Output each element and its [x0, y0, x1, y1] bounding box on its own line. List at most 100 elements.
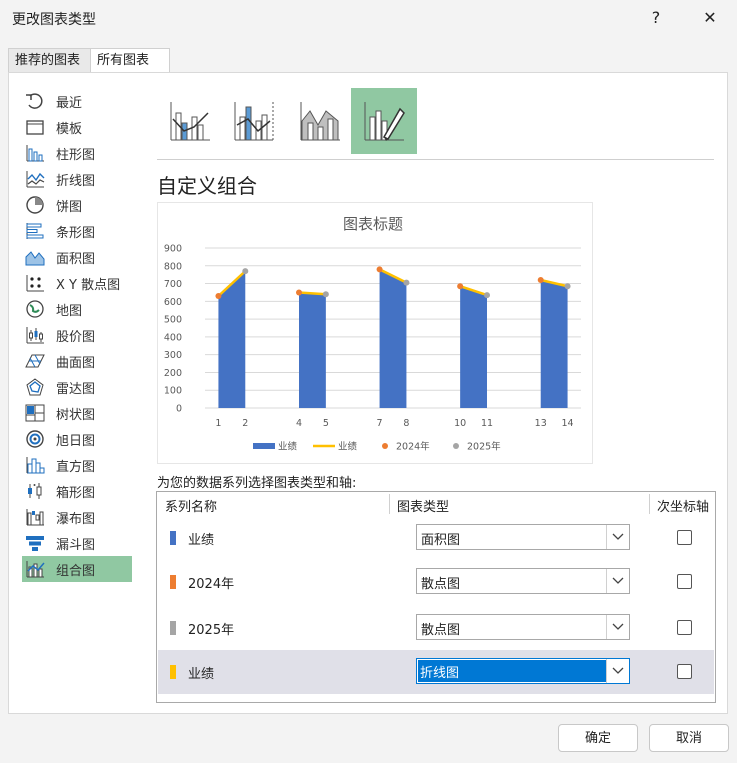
sidebar-item-histogram-chart[interactable]: 直方图	[22, 452, 132, 478]
histogram-chart-icon	[24, 455, 46, 475]
sidebar-item-box-chart[interactable]: 箱形图	[22, 478, 132, 504]
scatter-point	[376, 266, 383, 273]
sidebar-item-funnel-chart[interactable]: 漏斗图	[22, 530, 132, 556]
chevron-down-icon[interactable]	[606, 525, 629, 549]
close-button[interactable]: ✕	[690, 4, 730, 32]
sidebar-item-waterfall-chart[interactable]: 瀑布图	[22, 504, 132, 530]
tab-recommended-charts[interactable]: 推荐的图表	[8, 48, 98, 73]
line-segment	[298, 291, 326, 296]
treemap-chart-icon	[24, 403, 46, 423]
scatter-point	[537, 277, 544, 283]
x-tick-label: 5	[323, 418, 329, 429]
tab-all-charts[interactable]: 所有图表	[90, 48, 170, 73]
sidebar-item-radar-chart[interactable]: 雷达图	[22, 374, 132, 400]
sidebar-item-recent[interactable]: 最近	[22, 88, 132, 114]
y-tick-label: 0	[176, 404, 182, 415]
chevron-down-icon[interactable]	[606, 569, 629, 593]
scatter-point	[564, 283, 571, 290]
area-segment	[460, 286, 487, 408]
chart-type-select[interactable]: 散点图	[416, 614, 630, 640]
sidebar-item-area-chart[interactable]: 面积图	[22, 244, 132, 270]
sidebar-item-label: 条形图	[56, 225, 96, 241]
series-row: 业绩 面积图	[158, 516, 714, 560]
scatter-point	[215, 293, 222, 299]
secondary-axis-checkbox[interactable]	[677, 664, 692, 679]
legend-label: 2025年	[467, 441, 501, 453]
sidebar-item-combo-chart[interactable]: 组合图	[22, 556, 132, 582]
x-tick-label: 14	[562, 418, 574, 429]
secondary-axis-checkbox[interactable]	[677, 620, 692, 635]
section-title: 自定义组合	[157, 174, 257, 198]
sidebar-item-scatter-chart[interactable]: X Y 散点图	[22, 270, 132, 296]
legend-swatch-2024	[382, 443, 388, 449]
series-color-swatch	[170, 621, 176, 635]
chevron-down-icon[interactable]	[606, 615, 629, 639]
sidebar-item-column-chart[interactable]: 柱形图	[22, 140, 132, 166]
chevron-down-icon[interactable]	[606, 659, 629, 683]
legend-swatch-area	[253, 443, 275, 449]
sidebar-item-label: 饼图	[56, 199, 83, 215]
x-tick-label: 7	[377, 418, 383, 429]
chart-type-value: 散点图	[421, 577, 461, 592]
combo-subtype-clustered-column-line[interactable]	[157, 88, 223, 154]
cancel-button[interactable]: 取消	[649, 724, 729, 752]
chart-type-select[interactable]: 散点图	[416, 568, 630, 594]
combo-subtype-custom[interactable]	[351, 88, 417, 154]
y-tick-label: 900	[164, 244, 182, 255]
chart-type-select[interactable]: 面积图	[416, 524, 630, 550]
column-separator	[649, 494, 650, 514]
recent-icon	[24, 91, 46, 111]
sidebar-item-label: 漏斗图	[56, 537, 96, 553]
scatter-point	[457, 283, 464, 290]
combo-subtype-area-column[interactable]	[287, 88, 353, 154]
sidebar-item-stock-chart[interactable]: 股价图	[22, 322, 132, 348]
area-segment	[540, 280, 568, 408]
y-tick-label: 700	[164, 279, 182, 290]
sidebar-item-label: 地图	[56, 303, 83, 319]
chart-title: 图表标题	[343, 215, 403, 233]
y-tick-label: 100	[164, 386, 182, 397]
legend-label: 2024年	[396, 441, 430, 453]
sidebar-item-surface-chart[interactable]: 曲面图	[22, 348, 132, 374]
sidebar-item-label: 旭日图	[56, 433, 96, 449]
column-separator	[389, 494, 390, 514]
radar-chart-icon	[24, 377, 46, 397]
legend-label: 业绩	[338, 441, 358, 453]
sidebar-item-template[interactable]: 模板	[22, 114, 132, 140]
series-table: 系列名称 图表类型 次坐标轴 业绩 面积图 2024年 散点图 2025年 散点图 业绩 折线…	[156, 491, 716, 703]
surface-chart-icon	[24, 351, 46, 371]
secondary-axis-checkbox[interactable]	[677, 530, 692, 545]
sidebar-item-label: 最近	[56, 95, 83, 111]
chart-type-select[interactable]: 折线图	[416, 658, 630, 684]
y-tick-label: 300	[164, 350, 182, 361]
series-row: 2024年 散点图	[158, 560, 714, 604]
series-name: 业绩	[188, 533, 215, 548]
help-button[interactable]: ?	[636, 4, 676, 32]
sidebar-item-line-chart[interactable]: 折线图	[22, 166, 132, 192]
sidebar-item-label: X Y 散点图	[56, 277, 121, 293]
y-tick-label: 400	[164, 332, 182, 343]
sidebar-item-bar-chart[interactable]: 条形图	[22, 218, 132, 244]
area-segment	[379, 269, 407, 408]
column-header-secondary-axis: 次坐标轴	[657, 500, 710, 515]
chart-preview-svg: 图表标题 900 800 700 600 500 400 300 200 100 0 1 2 4 5 7 8 10…	[164, 215, 581, 453]
series-color-swatch	[170, 531, 176, 545]
ok-button[interactable]: 确定	[558, 724, 638, 752]
series-color-swatch	[170, 665, 176, 679]
legend-label: 业绩	[278, 441, 298, 453]
secondary-axis-checkbox[interactable]	[677, 574, 692, 589]
scatter-point	[242, 268, 249, 275]
combo-subtype-column-line-secondary[interactable]	[221, 88, 287, 154]
area-column-icon	[300, 102, 340, 141]
column-chart-icon	[24, 143, 46, 163]
custom-combo-icon	[364, 102, 405, 141]
x-tick-label: 8	[403, 418, 409, 429]
sidebar-item-sunburst-chart[interactable]: 旭日图	[22, 426, 132, 452]
dialog-title: 更改图表类型	[12, 12, 96, 28]
sidebar-item-treemap-chart[interactable]: 树状图	[22, 400, 132, 426]
scatter-chart-icon	[24, 273, 46, 293]
sidebar-item-pie-chart[interactable]: 饼图	[22, 192, 132, 218]
stock-chart-icon	[24, 325, 46, 345]
sidebar-item-map-chart[interactable]: 地图	[22, 296, 132, 322]
sidebar-item-label: 组合图	[56, 563, 96, 579]
